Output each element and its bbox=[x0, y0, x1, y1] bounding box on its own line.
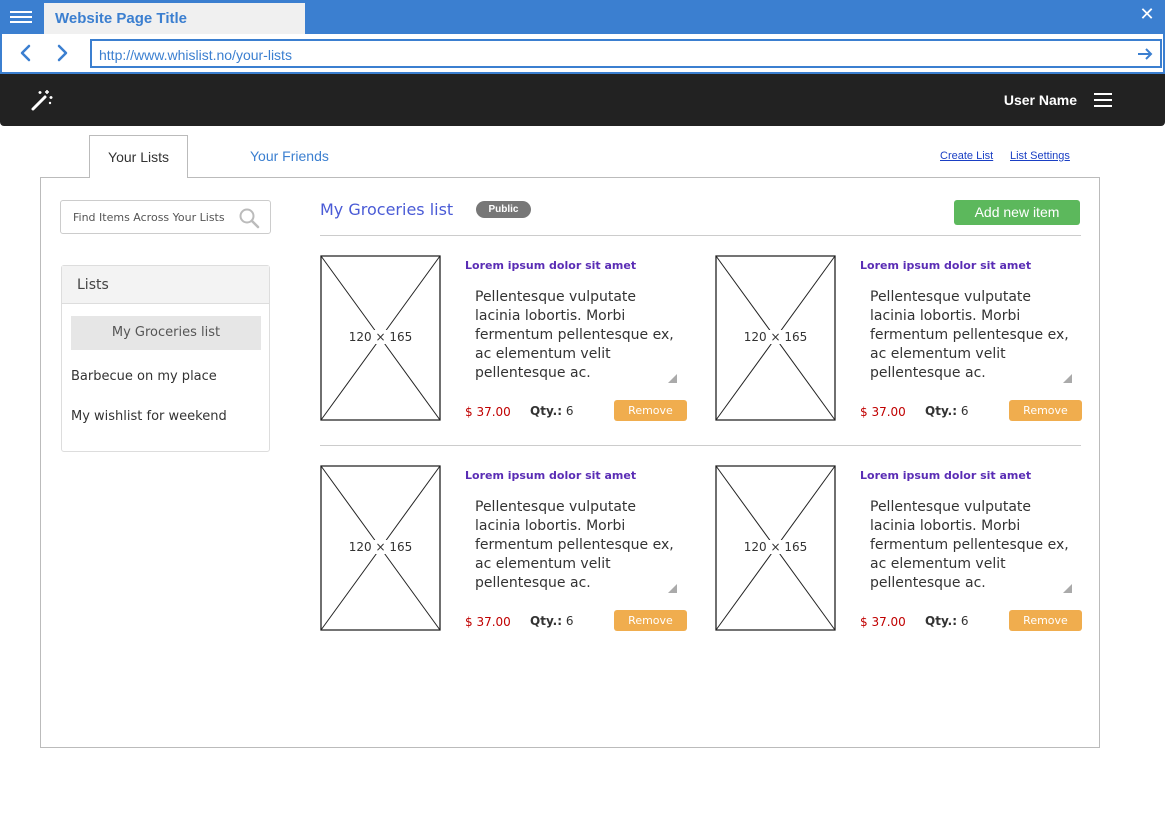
create-list-link[interactable]: Create List bbox=[940, 150, 993, 162]
tab-your-lists[interactable]: Your Lists bbox=[89, 135, 188, 178]
browser-navbar: http://www.whislist.no/your-lists bbox=[2, 34, 1163, 72]
product-image-placeholder: 120 × 165 bbox=[715, 465, 836, 631]
divider bbox=[320, 235, 1081, 236]
resize-grip-icon[interactable] bbox=[668, 584, 677, 593]
product-quantity: Qty.: 6 bbox=[925, 614, 969, 628]
tab-your-friends[interactable]: Your Friends bbox=[250, 148, 329, 164]
remove-button[interactable]: Remove bbox=[1009, 610, 1082, 631]
magic-wand-icon[interactable] bbox=[30, 88, 54, 112]
product-price: $ 37.00 bbox=[465, 405, 511, 419]
product-card: 120 × 165 Lorem ipsum dolor sit amet Pel… bbox=[715, 465, 1085, 633]
search-input[interactable]: Find Items Across Your Lists bbox=[60, 200, 271, 234]
close-icon[interactable]: ✕ bbox=[1139, 6, 1155, 24]
search-icon[interactable] bbox=[238, 207, 260, 229]
product-quantity: Qty.: 6 bbox=[925, 404, 969, 418]
product-image-placeholder: 120 × 165 bbox=[320, 255, 441, 421]
product-title[interactable]: Lorem ipsum dolor sit amet bbox=[860, 469, 1031, 482]
user-menu-icon[interactable] bbox=[1094, 93, 1112, 107]
remove-button[interactable]: Remove bbox=[1009, 400, 1082, 421]
resize-grip-icon[interactable] bbox=[1063, 584, 1072, 593]
address-bar[interactable]: http://www.whislist.no/your-lists bbox=[90, 39, 1162, 68]
list-settings-link[interactable]: List Settings bbox=[1010, 150, 1070, 162]
search-placeholder: Find Items Across Your Lists bbox=[73, 211, 225, 224]
add-new-item-button[interactable]: Add new item bbox=[954, 200, 1080, 225]
product-quantity: Qty.: 6 bbox=[530, 614, 574, 628]
resize-grip-icon[interactable] bbox=[1063, 374, 1072, 383]
product-image-placeholder: 120 × 165 bbox=[715, 255, 836, 421]
go-arrow-icon[interactable] bbox=[1136, 45, 1154, 63]
user-name[interactable]: User Name bbox=[1004, 92, 1077, 108]
browser-menu-icon[interactable] bbox=[10, 8, 32, 26]
product-quantity: Qty.: 6 bbox=[530, 404, 574, 418]
address-bar-url: http://www.whislist.no/your-lists bbox=[99, 47, 292, 63]
lists-panel-header: Lists bbox=[62, 266, 269, 304]
product-description[interactable]: Pellentesque vulputate lacinia lobortis.… bbox=[465, 492, 684, 597]
image-size-label: 120 × 165 bbox=[741, 540, 810, 554]
lists-heading: Lists bbox=[77, 277, 109, 293]
product-image-placeholder: 120 × 165 bbox=[320, 465, 441, 631]
product-description[interactable]: Pellentesque vulputate lacinia lobortis.… bbox=[465, 282, 684, 387]
image-size-label: 120 × 165 bbox=[741, 330, 810, 344]
forward-arrow-icon[interactable] bbox=[52, 42, 72, 64]
tab-your-lists-label: Your Lists bbox=[108, 149, 169, 165]
product-title[interactable]: Lorem ipsum dolor sit amet bbox=[465, 259, 636, 272]
lists-panel: Lists My Groceries list Barbecue on my p… bbox=[61, 265, 270, 452]
image-size-label: 120 × 165 bbox=[346, 330, 415, 344]
product-title[interactable]: Lorem ipsum dolor sit amet bbox=[465, 469, 636, 482]
product-card: 120 × 165 Lorem ipsum dolor sit amet Pel… bbox=[320, 255, 690, 423]
product-description[interactable]: Pellentesque vulputate lacinia lobortis.… bbox=[860, 492, 1079, 597]
product-price: $ 37.00 bbox=[465, 615, 511, 629]
browser-tab[interactable]: Website Page Title bbox=[44, 3, 305, 34]
visibility-badge: Public bbox=[476, 201, 531, 218]
product-description[interactable]: Pellentesque vulputate lacinia lobortis.… bbox=[860, 282, 1079, 387]
product-title[interactable]: Lorem ipsum dolor sit amet bbox=[860, 259, 1031, 272]
browser-window-chrome: Website Page Title ✕ http://www.whislist… bbox=[0, 0, 1165, 74]
divider bbox=[320, 445, 1081, 446]
browser-tab-title: Website Page Title bbox=[55, 10, 187, 27]
resize-grip-icon[interactable] bbox=[668, 374, 677, 383]
remove-button[interactable]: Remove bbox=[614, 400, 687, 421]
sidebar-item-weekend-wishlist[interactable]: My wishlist for weekend bbox=[71, 407, 261, 441]
product-price: $ 37.00 bbox=[860, 405, 906, 419]
list-title: My Groceries list bbox=[320, 200, 454, 219]
back-arrow-icon[interactable] bbox=[16, 42, 36, 64]
remove-button[interactable]: Remove bbox=[614, 610, 687, 631]
product-card: 120 × 165 Lorem ipsum dolor sit amet Pel… bbox=[320, 465, 690, 633]
app-header: User Name bbox=[0, 74, 1165, 126]
sidebar-item-barbecue[interactable]: Barbecue on my place bbox=[71, 367, 261, 401]
sidebar-item-my-groceries-list[interactable]: My Groceries list bbox=[71, 316, 261, 350]
product-card: 120 × 165 Lorem ipsum dolor sit amet Pel… bbox=[715, 255, 1085, 423]
image-size-label: 120 × 165 bbox=[346, 540, 415, 554]
product-price: $ 37.00 bbox=[860, 615, 906, 629]
